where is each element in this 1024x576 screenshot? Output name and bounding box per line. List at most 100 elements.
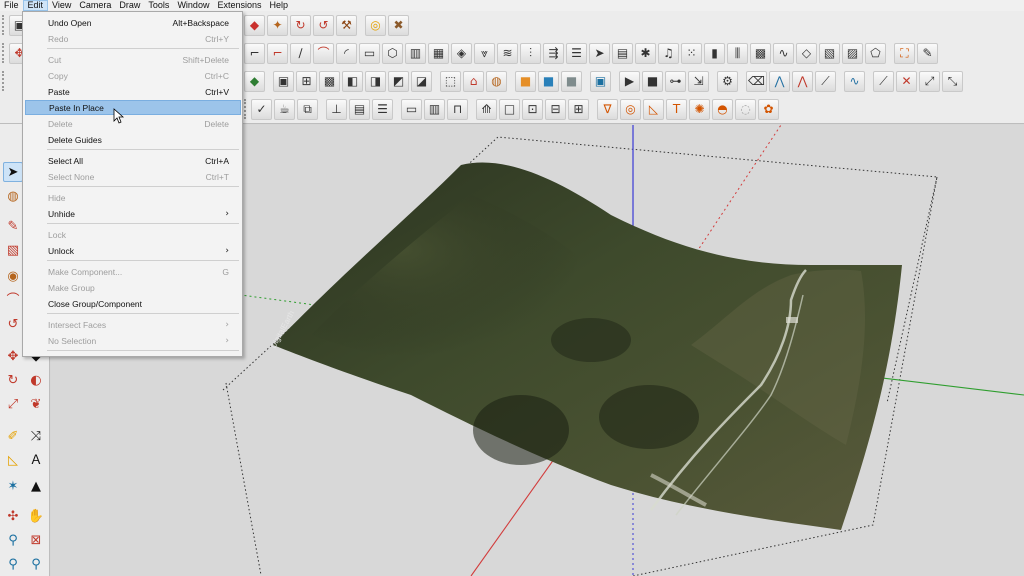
photo-icon[interactable]: ▣ [590,70,611,92]
color-prism-icon[interactable]: ◆ [244,14,265,36]
arrow-icon[interactable]: ➤ [589,42,610,64]
menu-item-close-group-component[interactable]: Close Group/Component [25,296,241,311]
settings-gear-icon[interactable]: ⚙ [717,70,738,92]
refresh-icon[interactable]: ↻ [290,14,311,36]
protractor-tool-icon[interactable]: ◺ [3,450,23,470]
trim-icon[interactable]: ◩ [388,70,409,92]
dimension-icon[interactable]: ⤨ [26,426,46,446]
measure-icon[interactable]: ⟋ [815,70,836,92]
comb-icon[interactable]: ⫼ [727,42,748,64]
scale-icon[interactable]: ⤢ [3,394,23,414]
follow-me-icon[interactable]: ◐ [26,370,46,390]
text-icon[interactable]: T [666,98,687,120]
orbit-icon[interactable]: ✣ [3,506,23,526]
pan-hand-icon[interactable]: ✋ [26,506,46,526]
box-dot-icon[interactable]: ⊡ [522,98,543,120]
spiral-icon[interactable]: ↺ [3,314,23,334]
cube-blue-icon[interactable]: ■ [538,70,559,92]
rotate-icon[interactable]: ↻ [3,370,23,390]
cubes-icon[interactable]: ⧉ [297,98,318,120]
menu-item-copy[interactable]: Copy Ctrl+C [25,68,241,83]
select-arrow-icon[interactable]: ➤ [3,162,23,182]
floor-icon[interactable]: ⊥ [326,98,347,120]
stair-icon[interactable]: ⫶ [520,42,541,64]
box-icon[interactable]: ▤ [612,42,633,64]
zoom-window-icon[interactable]: ⊠ [26,530,46,550]
dot-grid-icon[interactable]: ⁙ [681,42,702,64]
corner-icon[interactable]: ⌐ [267,42,288,64]
menu-item-unlock[interactable]: Unlock › [25,243,241,258]
menu-item-paste[interactable]: Paste Ctrl+V [25,84,241,99]
extension-icon[interactable]: ⛶ [894,42,915,64]
toolbar-grip[interactable] [2,43,6,63]
hatch-icon[interactable]: ▧ [819,42,840,64]
menu-item-cut[interactable]: Cut Shift+Delete [25,52,241,67]
menu-item-select-none[interactable]: Select None Ctrl+T [25,169,241,184]
toolbar-grip[interactable] [2,71,6,91]
menu-item-hide[interactable]: Hide [25,190,241,205]
explode-icon[interactable]: ⊞ [296,70,317,92]
menu-item-make-group[interactable]: Make Group [25,280,241,295]
layers-icon[interactable]: ☰ [566,42,587,64]
menu-item-paste-in-place[interactable]: Paste In Place [25,100,241,115]
pen-icon[interactable]: ✎ [917,42,938,64]
rectangle-icon[interactable]: ▧ [3,240,23,260]
network-icon[interactable]: ⊶ [665,70,686,92]
panel-icon[interactable]: ▥ [424,98,445,120]
polygon-icon[interactable]: ⬡ [382,42,403,64]
menu-item-unhide[interactable]: Unhide › [25,206,241,221]
menu-window[interactable]: Window [173,0,213,11]
zoom-extents-icon[interactable]: ⚲ [3,554,23,574]
lines-icon[interactable]: ≋ [497,42,518,64]
flow-icon[interactable]: ⇶ [543,42,564,64]
box-open-icon[interactable]: ⊞ [568,98,589,120]
fillet-icon[interactable]: ⌐ [244,42,265,64]
play-icon[interactable]: ▶ [619,70,640,92]
spline-icon[interactable]: ∿ [844,70,865,92]
ridge-red-icon[interactable]: ⋀ [792,70,813,92]
menu-edit[interactable]: Edit [22,0,49,11]
group-icon[interactable]: ▣ [273,70,294,92]
previous-view-icon[interactable]: ⚲ [26,554,46,574]
resize-icon[interactable]: ⤢ [919,70,940,92]
split-icon[interactable]: ◪ [411,70,432,92]
box-outline-icon[interactable]: □ [499,98,520,120]
menu-item-redo[interactable]: Redo Ctrl+Y [25,31,241,46]
box-tex-icon[interactable]: ⊟ [545,98,566,120]
dome-icon[interactable]: ◓ [712,98,733,120]
menu-camera[interactable]: Camera [75,0,115,11]
menu-file[interactable]: File [0,0,23,11]
section-plane-icon[interactable]: ▲ [26,476,46,496]
menu-item-select-all[interactable]: Select All Ctrl+A [25,153,241,168]
star-icon[interactable]: ✱ [635,42,656,64]
menu-item-make-component[interactable]: Make Component... G [25,264,241,279]
sandbox-icon[interactable]: ✦ [267,14,288,36]
sun-icon[interactable]: ✺ [689,98,710,120]
curve-icon[interactable]: ⌒ [313,42,334,64]
menu-view[interactable]: View [48,0,75,11]
union-icon[interactable]: ◧ [342,70,363,92]
arc-icon[interactable]: ◜ [336,42,357,64]
fold-icon[interactable]: ⩔ [474,42,495,64]
export-icon[interactable]: ⇲ [688,70,709,92]
check-circle-icon[interactable]: ✓ [251,98,272,120]
ridge-icon[interactable]: ⋀ [769,70,790,92]
component-icon[interactable]: ◆ [244,70,265,92]
diamond-icon[interactable]: ◇ [796,42,817,64]
section-icon[interactable]: ⟰ [476,98,497,120]
zoom-icon[interactable]: ⚲ [3,530,23,550]
music-icon[interactable]: ♫ [658,42,679,64]
cube-orange-icon[interactable]: ■ [515,70,536,92]
knife-icon[interactable]: ⟋ [873,70,894,92]
tools-icon[interactable]: ✖ [388,14,409,36]
geolocation-icon[interactable]: ◎ [365,14,386,36]
tape-icon[interactable]: ∇ [597,98,618,120]
menu-item-intersect-faces[interactable]: Intersect Faces › [25,317,241,332]
frame-icon[interactable]: ▭ [359,42,380,64]
hatch-alt-icon[interactable]: ▨ [842,42,863,64]
solid-icon[interactable]: ▩ [319,70,340,92]
menu-extensions[interactable]: Extensions [213,0,265,11]
lock-icon[interactable]: ⊓ [447,98,468,120]
hammer-icon[interactable]: ⚒ [336,14,357,36]
menu-help[interactable]: Help [265,0,292,11]
